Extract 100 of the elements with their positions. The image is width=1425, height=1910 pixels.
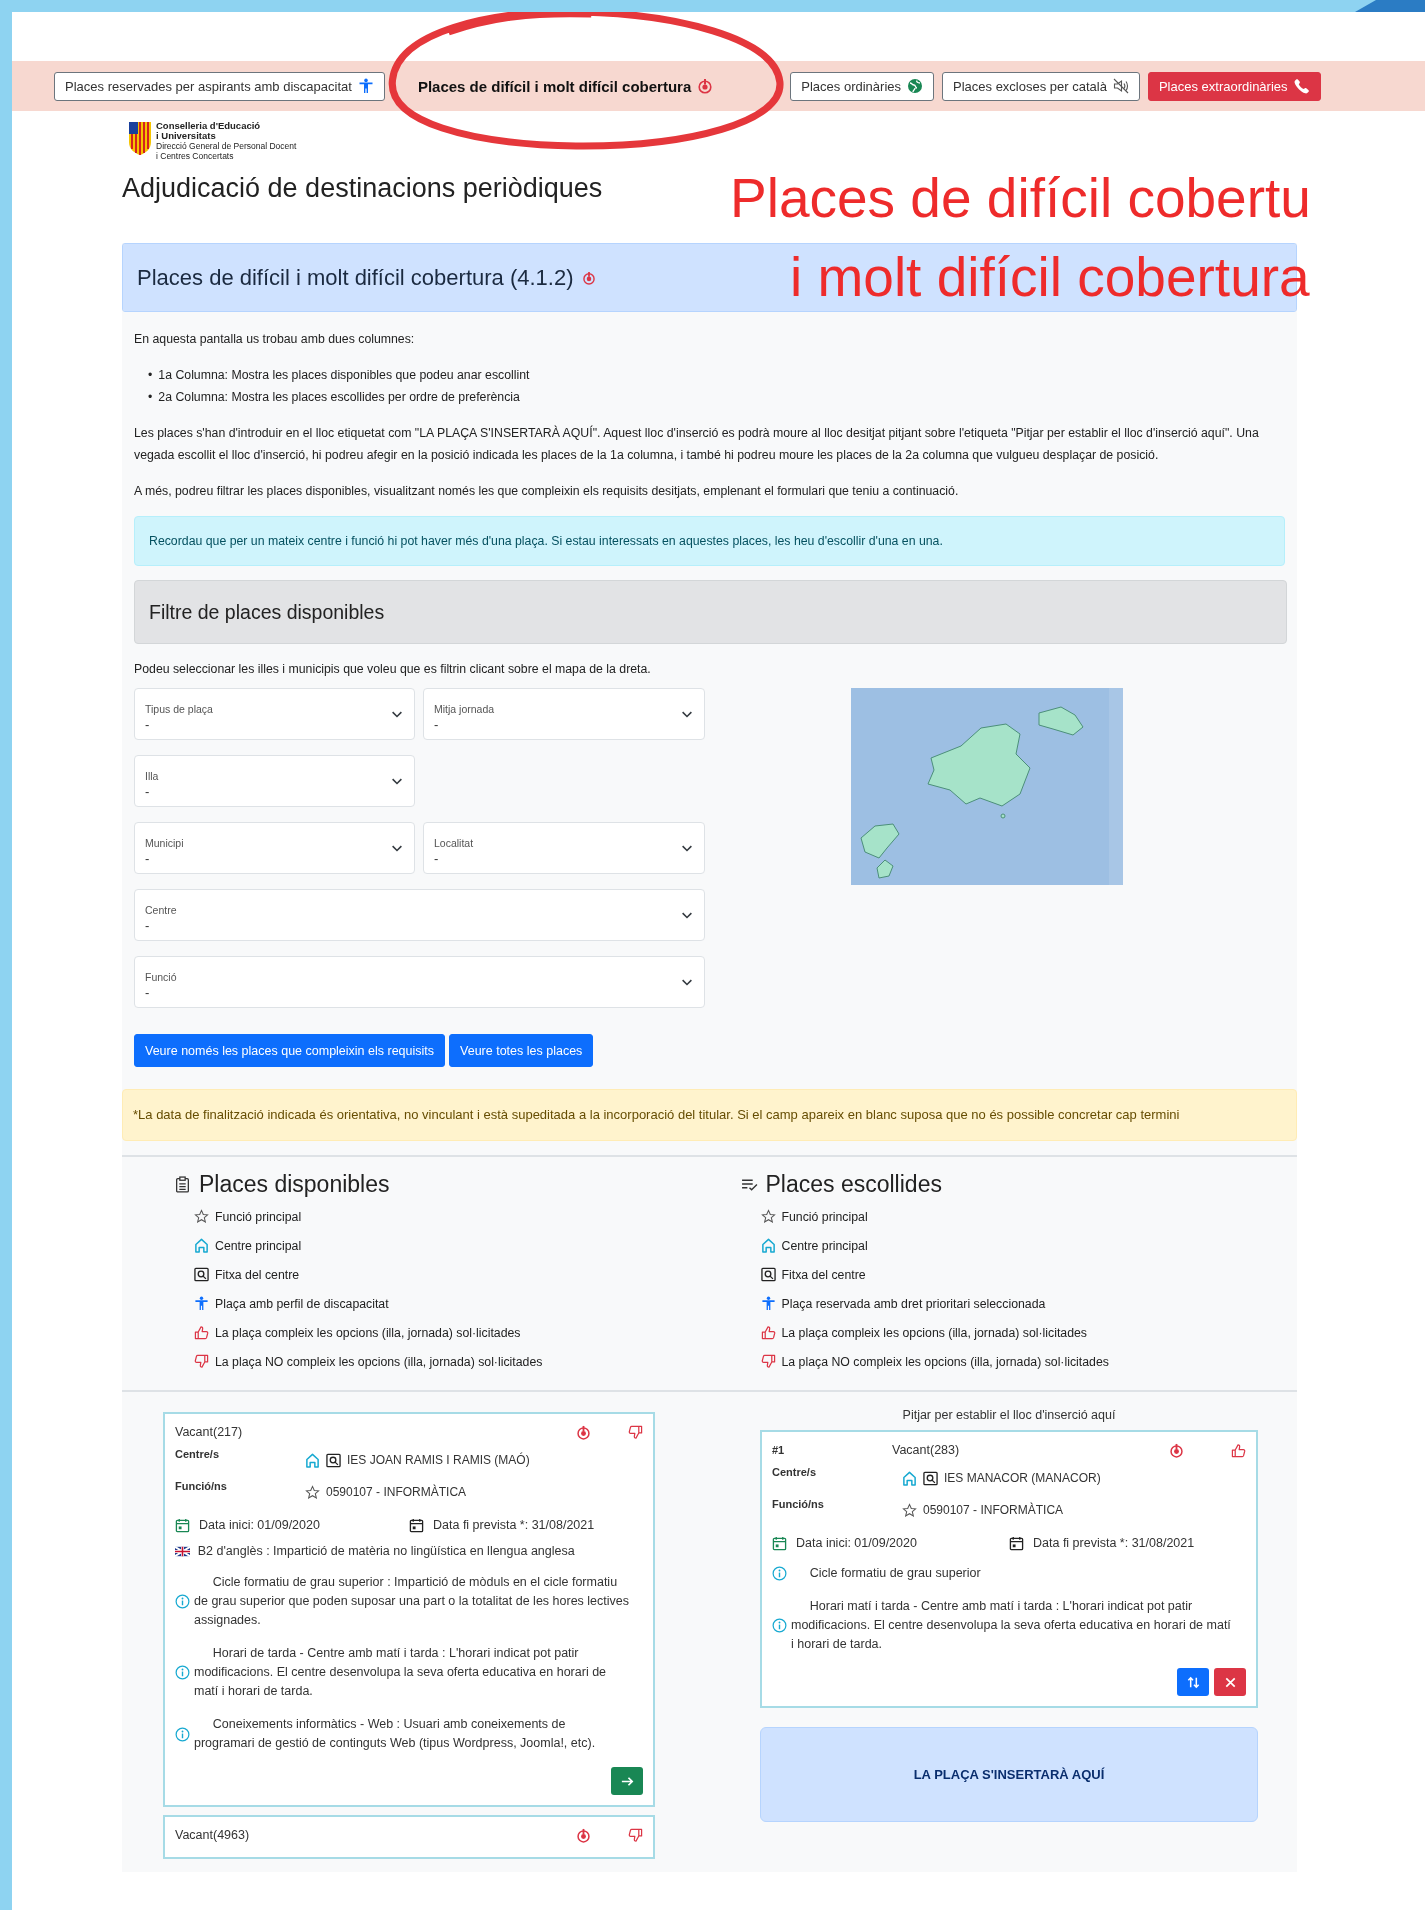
search-icon <box>326 1452 341 1468</box>
info-icon <box>772 1566 787 1581</box>
info-icon <box>175 1665 190 1680</box>
select-field[interactable]: Municipi - <box>134 822 415 874</box>
insert-zone[interactable]: LA PLAÇA S'INSERTARÀ AQUÍ <box>760 1727 1258 1822</box>
note-text: Horari matí i tarda - Centre amb matí i tarda : L'horari indicat pot patir modificacions. El centre desenvolupa la seva oferta educativa en horari de matí i horari de tarda. <box>791 1598 1232 1653</box>
logo-text: Conselleria d'Educació <box>156 121 262 131</box>
end-date: Data fi prevista *: 31/08/2021 <box>433 1518 595 1532</box>
logo-text: Direcció General de Personal Docent <box>156 141 297 151</box>
section-title: Places escollides <box>765 1171 942 1198</box>
move-button[interactable] <box>1177 1668 1209 1696</box>
star-icon <box>760 1209 776 1224</box>
search-icon <box>760 1267 776 1282</box>
select-field[interactable]: Illa - <box>134 755 415 807</box>
star-icon <box>305 1484 320 1500</box>
note-text: Horari de tarda - Centre amb matí i tarda : L'horari indicat pot patir modificacions. El centre desenvolupa la seva oferta educativa en horari de matí i horari de tarda. <box>194 1645 608 1700</box>
swap-arrows-icon <box>1185 1674 1201 1690</box>
legend-text: Centre principal <box>215 1238 302 1253</box>
target-icon <box>581 270 596 285</box>
clipboard-icon <box>174 1176 191 1193</box>
tab[interactable]: Places reservades per aspirants amb discapacitat <box>54 71 385 101</box>
panel-title: Places de difícil i molt difícil cobertura (4.1.2) <box>137 264 574 291</box>
legend-text: Funció principal <box>215 1209 302 1224</box>
thumbs-up-icon <box>194 1325 209 1340</box>
calendar-icon <box>409 1517 424 1533</box>
legend-text: La plaça compleix les opcions (illa, jornada) sol·licitades <box>781 1325 1088 1340</box>
legend-text: La plaça NO compleix les opcions (illa, jornada) sol·licitades <box>781 1354 1109 1369</box>
select-field[interactable]: Tipus de plaça - <box>134 688 415 740</box>
place-number: #1 <box>772 1444 786 1456</box>
legend-text: Plaça amb perfil de discapacitat <box>215 1296 389 1311</box>
remove-button[interactable] <box>1214 1668 1246 1696</box>
start-date: Data inici: 01/09/2020 <box>796 1536 917 1550</box>
tab[interactable]: Places ordinàries <box>790 71 934 101</box>
target-icon <box>697 78 714 94</box>
intro-text: En aquesta pantalla us trobau amb dues columnes: <box>134 331 416 348</box>
star-icon <box>194 1209 209 1224</box>
add-button[interactable] <box>611 1767 643 1795</box>
end-date: Data fi prevista *: 31/08/2021 <box>1033 1536 1195 1550</box>
annotation-text: i molt difícil cobertura <box>790 247 1310 307</box>
accessibility-icon <box>357 78 374 94</box>
legend-text: Fitxa del centre <box>781 1267 866 1282</box>
filter-button[interactable]: Veure totes les places <box>449 1034 594 1067</box>
search-icon <box>194 1267 209 1282</box>
accessibility-icon <box>760 1296 776 1311</box>
home-icon <box>902 1470 917 1486</box>
centre-name: IES JOAN RAMIS I RAMIS (MAÓ) <box>347 1453 530 1467</box>
hint-text: Podeu seleccionar les illes i municipis que voleu que es filtrin clicant sobre el mapa de la dreta. <box>134 662 652 676</box>
place-title: Vacant(217) <box>175 1425 244 1439</box>
calendar-icon <box>1009 1535 1024 1551</box>
legend-text: La plaça NO compleix les opcions (illa, jornada) sol·licitades <box>215 1354 543 1369</box>
calendar-icon <box>772 1535 787 1551</box>
field-label: Funció/ns <box>772 1497 825 1510</box>
insert-link[interactable]: Pitjar per establir el lloc d'inserció aquí <box>760 1408 1258 1422</box>
home-icon <box>305 1452 320 1468</box>
annotation-text: Places de difícil cobertu <box>730 168 1311 228</box>
tab[interactable]: Places extraordinàries <box>1147 71 1321 101</box>
mute-icon <box>1112 78 1129 94</box>
field-label: Funció/ns <box>175 1479 228 1492</box>
info-alert: Recordau que per un mateix centre i funció hi pot haver més d'una plaça. Si estau interessats en aquestes places, les heu d'escollir d'una en una. <box>134 516 1285 566</box>
legend-text: Centre principal <box>781 1238 868 1253</box>
note-text: Cicle formatiu de grau superior <box>808 1565 981 1582</box>
search-icon <box>923 1470 938 1486</box>
home-icon <box>194 1238 209 1253</box>
centre-name: IES MANACOR (MANACOR) <box>944 1471 1101 1485</box>
start-date: Data inici: 01/09/2020 <box>199 1518 320 1532</box>
corner-shape <box>1355 0 1425 12</box>
info-icon <box>175 1726 190 1742</box>
warning-alert: *La data de finalització indicada és orientativa, no vinculant i està supeditada a la incorporació del titular. Si el camp apareix en blanc suposa que no és possible concretar cap termini <box>122 1089 1297 1141</box>
home-icon <box>760 1238 776 1253</box>
legend-text: Funció principal <box>781 1209 868 1224</box>
tab[interactable]: Places de difícil i molt difícil cobertura <box>406 71 725 101</box>
select-field[interactable]: Funció - <box>134 956 705 1008</box>
target-icon <box>1168 1442 1184 1458</box>
select-field[interactable]: Centre - <box>134 889 705 941</box>
place-title: Vacant(283) <box>892 1443 961 1457</box>
field-label: Centre/s <box>772 1465 818 1478</box>
target-icon <box>575 1424 591 1440</box>
intro-text: A més, podreu filtrar les places disponibles, visualitzant només les que compleixin els requisits desitjats, emplenant el formulari que teniu a continuació. <box>134 483 960 500</box>
note-text: Coneixements informàtics - Web : Usuari amb coneixements de programari de gestió de continguts Web (tipus Wordpress, Joomla!, etc). <box>194 1716 597 1752</box>
phone-icon <box>1293 78 1310 94</box>
thumbs-up-icon <box>760 1325 776 1340</box>
tab[interactable]: Places excloses per català <box>942 71 1140 101</box>
field-label: Centre/s <box>175 1447 221 1460</box>
note-text: Cicle formatiu de grau superior : Impartició de mòduls en el cicle formatiu de grau superior que poden suposar una part o la totalitat de les hores lectives assignades. <box>194 1574 629 1629</box>
bullet-marker: • <box>148 389 153 406</box>
thumbs-down-icon <box>194 1354 209 1369</box>
logo-text: i Centres Concertats <box>156 151 235 161</box>
function-name: 0590107 - INFORMÀTICA <box>326 1485 467 1499</box>
bullet-text: 2a Columna: Mostra les places escollides per ordre de preferència <box>158 389 520 406</box>
select-field[interactable]: Mitja jornada - <box>423 688 705 740</box>
target-icon <box>575 1827 591 1843</box>
crest-icon <box>128 121 152 155</box>
note-text: B2 d'anglès : Impartició de matèria no lingüística en llengua anglesa <box>196 1543 575 1560</box>
page-title: Adjudicació de destinacions periòdiques <box>122 173 603 204</box>
legend-text: Fitxa del centre <box>215 1267 300 1282</box>
star-icon <box>902 1502 917 1518</box>
function-name: 0590107 - INFORMÀTICA <box>923 1503 1064 1517</box>
filter-button[interactable]: Veure només les places que compleixin els requisits <box>134 1034 446 1067</box>
globe-icon <box>907 78 923 94</box>
select-field[interactable]: Localitat - <box>423 822 705 874</box>
